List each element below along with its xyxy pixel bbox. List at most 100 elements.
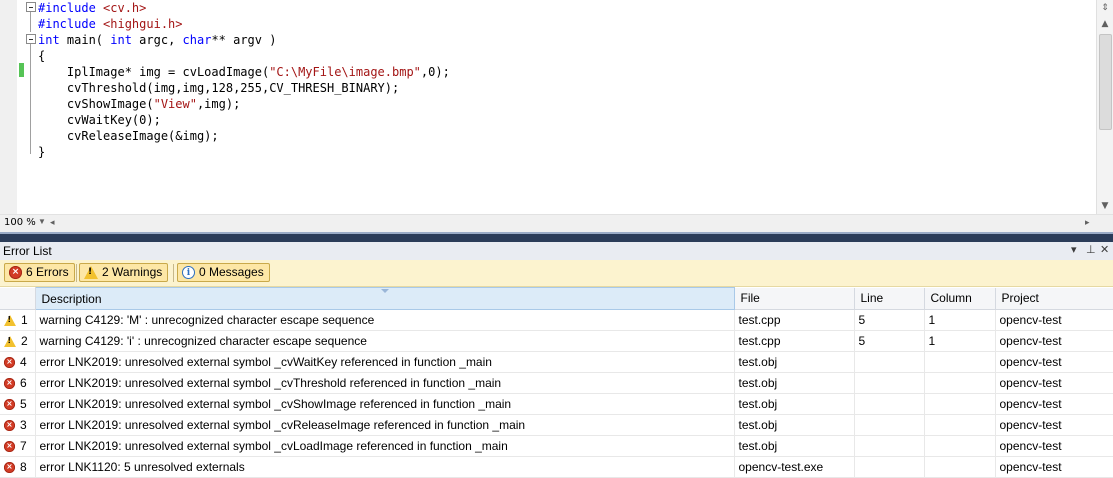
code-token: int xyxy=(38,33,60,47)
row-type-cell: × 7 xyxy=(0,435,36,457)
code-line[interactable]: int main( int argc, char** argv ) xyxy=(38,32,450,48)
outline-guide xyxy=(30,10,31,32)
panel-splitter[interactable] xyxy=(0,232,1113,242)
table-row[interactable]: × 8 error LNK1120: 5 unresolved externals o… xyxy=(0,456,1113,478)
warning-icon xyxy=(4,314,16,326)
error-icon: × xyxy=(3,419,16,431)
row-type-cell: × 5 xyxy=(0,393,36,415)
scroll-left-icon[interactable]: ◂ xyxy=(50,217,55,228)
zoom-level[interactable]: 100 % xyxy=(4,217,36,228)
row-project: opencv-test xyxy=(995,456,1113,478)
changed-line-marker xyxy=(19,63,24,77)
row-type-cell: × 4 xyxy=(0,351,36,373)
warnings-filter-button[interactable]: 2 Warnings xyxy=(79,263,169,282)
row-line xyxy=(854,456,925,478)
outline-guide xyxy=(30,42,31,154)
row-line xyxy=(854,414,925,436)
row-file: opencv-test.exe xyxy=(734,456,855,478)
info-icon: i xyxy=(182,266,195,279)
code-token: cvShowImage( xyxy=(38,97,154,111)
window-position-icon[interactable]: ▾ xyxy=(1071,243,1077,256)
code-line[interactable]: cvThreshold(img,img,128,255,CV_THRESH_BI… xyxy=(38,80,450,96)
pin-icon[interactable]: ⊥ xyxy=(1086,243,1096,256)
row-description: warning C4129: 'i' : unrecognized charac… xyxy=(35,330,735,352)
code-token: argc, xyxy=(131,33,183,47)
row-file: test.obj xyxy=(734,393,855,415)
row-order: 4 xyxy=(20,355,27,370)
code-token: } xyxy=(38,145,46,159)
row-order: 1 xyxy=(21,313,28,328)
error-icon: × xyxy=(3,440,16,452)
code-line[interactable]: cvShowImage("View",img); xyxy=(38,96,450,112)
table-row[interactable]: 2 warning C4129: 'i' : unrecognized chara… xyxy=(0,330,1113,352)
editor-gutter xyxy=(0,0,17,214)
error-list-header: Error List ▾ ⊥ ✕ xyxy=(0,242,1113,261)
column-header-file[interactable]: File xyxy=(734,287,855,310)
table-row[interactable]: × 5 error LNK2019: unresolved external sym… xyxy=(0,393,1113,415)
code-line[interactable]: { xyxy=(38,48,450,64)
row-type-cell: × 6 xyxy=(0,372,36,394)
code-token: #include xyxy=(38,1,104,15)
row-line xyxy=(854,393,925,415)
row-order: 5 xyxy=(20,397,27,412)
code-line[interactable]: #include <cv.h> xyxy=(38,0,450,16)
table-row[interactable]: × 4 error LNK2019: unresolved external sym… xyxy=(0,351,1113,373)
row-project: opencv-test xyxy=(995,351,1113,373)
code-token: ,img); xyxy=(196,97,241,111)
row-order: 6 xyxy=(20,376,27,391)
code-token: ** argv ) xyxy=(211,33,277,47)
code-line[interactable]: cvWaitKey(0); xyxy=(38,112,450,128)
row-type-cell: 1 xyxy=(0,309,36,331)
code-line[interactable]: } xyxy=(38,144,450,160)
row-column xyxy=(924,414,996,436)
code-token: "View" xyxy=(153,97,197,111)
table-row[interactable]: × 7 error LNK2019: unresolved external sym… xyxy=(0,435,1113,457)
row-file: test.obj xyxy=(734,435,855,457)
code-line[interactable]: IplImage* img = cvLoadImage("C:\MyFile\i… xyxy=(38,64,450,80)
error-icon: × xyxy=(3,377,16,389)
column-header-description[interactable]: Description xyxy=(34,287,735,310)
messages-filter-label: 0 Messages xyxy=(199,265,264,279)
table-row[interactable]: × 3 error LNK2019: unresolved external sym… xyxy=(0,414,1113,436)
code-line[interactable]: cvReleaseImage(&img); xyxy=(38,128,450,144)
row-column xyxy=(924,372,996,394)
error-icon: × xyxy=(9,266,22,279)
messages-filter-button[interactable]: i 0 Messages xyxy=(177,263,270,282)
vertical-scrollbar[interactable]: ⇕ ▲ ▼ xyxy=(1096,0,1113,214)
row-description: error LNK2019: unresolved external symbo… xyxy=(35,372,735,394)
row-file: test.obj xyxy=(734,372,855,394)
close-icon[interactable]: ✕ xyxy=(1100,243,1109,256)
code-token: IplImage* img = cvLoadImage( xyxy=(38,65,270,79)
code-token: "C:\MyFile\image.bmp" xyxy=(269,65,421,79)
scroll-up-icon[interactable]: ▲ xyxy=(1097,16,1113,32)
scrollbar-thumb[interactable] xyxy=(1099,34,1112,130)
collapse-function-icon[interactable] xyxy=(26,34,36,44)
code-text[interactable]: #include <cv.h> #include <highgui.h> int m… xyxy=(38,0,450,160)
row-file: test.obj xyxy=(734,351,855,373)
row-project: opencv-test xyxy=(995,372,1113,394)
column-header-line[interactable]: Line xyxy=(854,287,925,310)
toolbar-separator xyxy=(76,264,77,282)
split-window-icon[interactable]: ⇕ xyxy=(1097,0,1113,16)
column-header-column[interactable]: Column xyxy=(924,287,996,310)
row-column xyxy=(924,456,996,478)
warning-icon xyxy=(4,335,16,347)
scroll-right-icon[interactable]: ▸ xyxy=(1085,217,1090,228)
table-row[interactable]: × 6 error LNK2019: unresolved external sym… xyxy=(0,372,1113,394)
zoom-dropdown-icon[interactable]: ▼ xyxy=(38,217,46,226)
row-project: opencv-test xyxy=(995,309,1113,331)
row-column: 1 xyxy=(924,309,996,331)
column-header-project[interactable]: Project xyxy=(995,287,1113,310)
row-order: 2 xyxy=(21,334,28,349)
collapse-include-icon[interactable] xyxy=(26,2,36,12)
row-order: 3 xyxy=(20,418,27,433)
scroll-down-icon[interactable]: ▼ xyxy=(1097,198,1113,214)
toolbar-separator xyxy=(173,264,174,282)
table-row[interactable]: 1 warning C4129: 'M' : unrecognized chara… xyxy=(0,309,1113,331)
code-editor[interactable]: #include <cv.h> #include <highgui.h> int m… xyxy=(0,0,1113,233)
row-line xyxy=(854,435,925,457)
code-token: <highgui.h> xyxy=(103,17,183,31)
errors-filter-button[interactable]: × 6 Errors xyxy=(4,263,75,282)
column-header-order[interactable] xyxy=(0,287,36,310)
code-line[interactable]: #include <highgui.h> xyxy=(38,16,450,32)
